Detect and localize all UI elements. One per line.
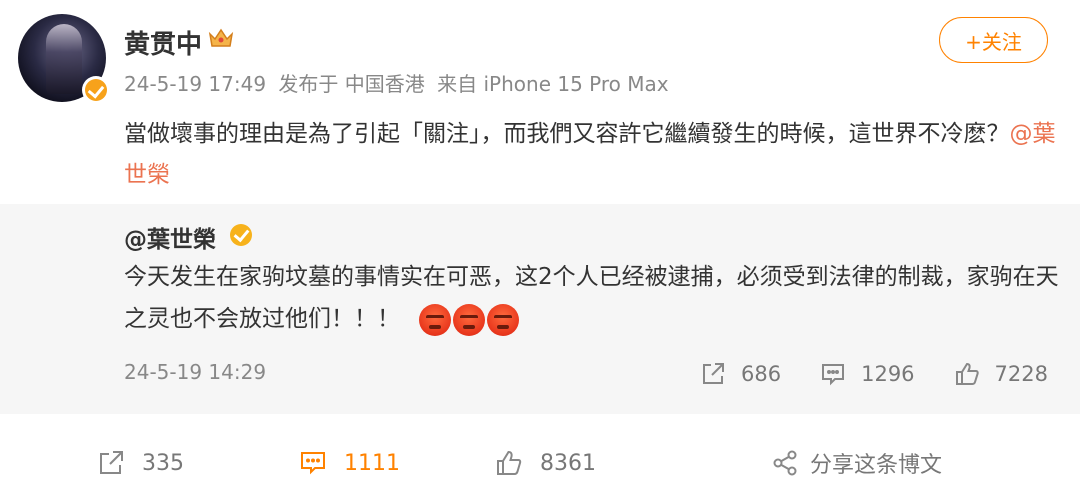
repost-body: 今天发生在家驹坟墓的事情实在可恶，这2个人已经被逮捕，必须受到法律的制裁，家驹在… (124, 256, 1059, 340)
repost-comment-button[interactable]: 1296 (819, 360, 915, 388)
repost-author[interactable]: @葉世榮 (124, 220, 216, 254)
share-icon (703, 363, 724, 384)
like-button[interactable]: 8361 (494, 448, 596, 478)
angry-emoji (419, 303, 452, 336)
comment-icon (822, 364, 845, 386)
like-icon (497, 450, 522, 475)
repost-like-button[interactable]: 7228 (953, 360, 1048, 388)
like-icon (955, 362, 979, 385)
author-avatar[interactable] (18, 14, 110, 104)
repost-actions: 686 1296 7228 (699, 360, 1048, 388)
repost-card[interactable]: @葉世榮 今天发生在家驹坟墓的事情实在可恶，这2个人已经被逮捕，必须受到法律的制… (0, 204, 1080, 414)
repost-time[interactable]: 24-5-19 14:29 (124, 360, 266, 384)
post-meta: 24-5-19 17:49 发布于 中国香港 来自 iPhone 15 Pro … (124, 68, 675, 97)
crown-icon (208, 28, 234, 47)
share-post-button[interactable]: 分享这条博文 (770, 447, 942, 479)
share-button[interactable]: 335 (96, 448, 184, 478)
share-count: 335 (142, 450, 184, 476)
verified-badge-icon (230, 224, 252, 246)
verified-badge-icon (82, 76, 110, 104)
author-name[interactable]: 黄贯中 (124, 24, 202, 61)
comment-icon (301, 452, 325, 475)
post-footer-actions: 335 1111 8361 分享这条博文 (0, 440, 1080, 486)
emoji-row (419, 303, 520, 336)
repost-comment-count: 1296 (861, 362, 915, 386)
repost-text: 今天发生在家驹坟墓的事情实在可恶，这2个人已经被逮捕，必须受到法律的制裁，家驹在… (124, 264, 1059, 332)
repost-share-button[interactable]: 686 (699, 360, 781, 388)
comment-button[interactable]: 1111 (298, 448, 400, 478)
repost-like-count: 7228 (994, 362, 1048, 386)
weibo-post: 黄贯中 +关注 24-5-19 17:49 发布于 中国香港 来自 iPhone… (0, 0, 1080, 500)
repost-share-count: 686 (741, 362, 782, 386)
share-post-label: 分享这条博文 (810, 453, 943, 478)
like-count: 8361 (540, 450, 596, 476)
share-nodes-icon (773, 450, 797, 476)
post-body: 當做壞事的理由是為了引起「關注」，而我們又容許它繼續發生的時候，這世界不冷麽？@… (124, 114, 1059, 196)
angry-emoji (453, 303, 486, 336)
post-location: 发布于 中国香港 (278, 72, 425, 96)
angry-emoji (487, 303, 520, 336)
comment-count: 1111 (344, 450, 400, 476)
follow-button[interactable]: +关注 (939, 17, 1048, 63)
post-source: 来自 iPhone 15 Pro Max (437, 72, 669, 96)
share-icon (100, 451, 123, 474)
post-time[interactable]: 24-5-19 17:49 (124, 72, 266, 96)
post-text: 當做壞事的理由是為了引起「關注」，而我們又容許它繼續發生的時候，這世界不冷麽？ (124, 121, 1010, 147)
avatar-photo (46, 24, 82, 94)
